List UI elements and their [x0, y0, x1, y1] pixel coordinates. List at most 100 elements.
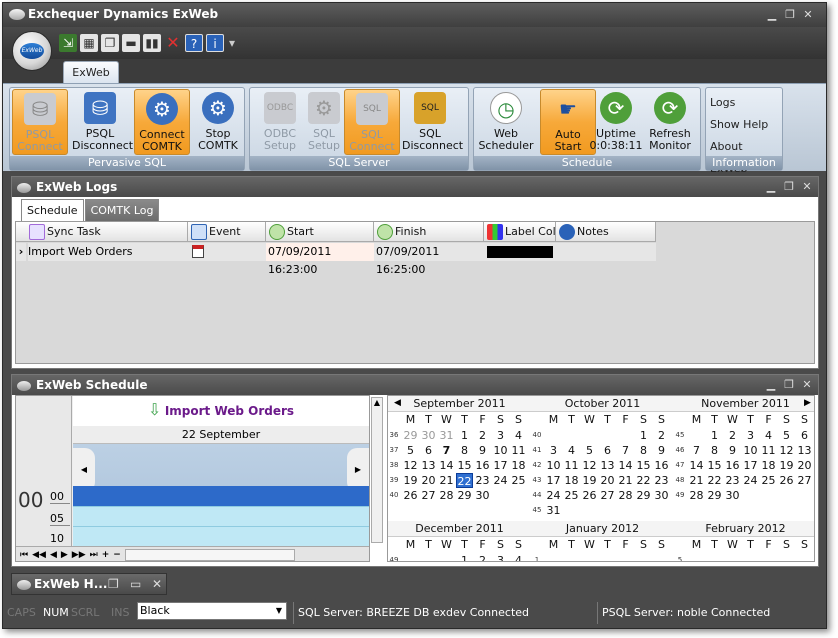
pane-maximize-button[interactable]: ▭: [130, 574, 141, 594]
calendar-day[interactable]: 1: [635, 428, 652, 443]
app-menu-button[interactable]: ExWeb: [12, 31, 52, 71]
cell-label-color[interactable]: [484, 243, 556, 261]
calendar-day[interactable]: 10: [545, 458, 562, 473]
time-slot[interactable]: [73, 506, 369, 526]
calendar-day[interactable]: 21: [688, 473, 705, 488]
calendar-day[interactable]: 15: [456, 458, 473, 473]
calendar-day[interactable]: 17: [545, 473, 562, 488]
calendar-day[interactable]: 19: [778, 458, 795, 473]
calendar-day[interactable]: 13: [420, 458, 437, 473]
calendar-prev-button[interactable]: ◀: [394, 398, 401, 408]
window-icon[interactable]: ❐: [101, 34, 119, 52]
calendar-day[interactable]: 25: [510, 473, 527, 488]
calendar-day[interactable]: 4: [510, 553, 527, 561]
calendar-day[interactable]: 12: [778, 443, 795, 458]
calendar-day[interactable]: 21: [617, 473, 634, 488]
calendar-day[interactable]: 20: [599, 473, 616, 488]
calendar-day[interactable]: 10: [492, 443, 509, 458]
calendar-day[interactable]: 14: [688, 458, 705, 473]
calendar-day[interactable]: 29: [456, 488, 473, 503]
calendar-day[interactable]: 30: [420, 428, 437, 443]
remove-button[interactable]: −: [113, 547, 121, 561]
calendar-day[interactable]: 17: [742, 458, 759, 473]
calendar-day[interactable]: 4: [510, 428, 527, 443]
restore-button[interactable]: ❐: [781, 6, 799, 24]
calendar-day[interactable]: 1: [456, 428, 473, 443]
pane-restore-button[interactable]: ❐: [780, 178, 798, 196]
calendar-day[interactable]: 25: [760, 473, 777, 488]
calendar-day[interactable]: 5: [581, 443, 598, 458]
grid-icon[interactable]: ▦: [80, 34, 98, 52]
pane-restore-button[interactable]: ❐: [780, 376, 798, 394]
pane-close-button[interactable]: ✕: [798, 178, 816, 196]
horizontal-scrollbar[interactable]: [124, 549, 295, 561]
calendar-day[interactable]: 15: [635, 458, 652, 473]
tab-comtk-log[interactable]: COMTK Log: [84, 199, 160, 221]
cell-notes[interactable]: [556, 243, 656, 261]
calendar-day[interactable]: 5: [402, 443, 419, 458]
calendar-day[interactable]: 24: [545, 488, 562, 503]
calendar-day[interactable]: 7: [617, 443, 634, 458]
calendar-day[interactable]: 20: [796, 458, 813, 473]
calendar-day[interactable]: 3: [492, 428, 509, 443]
calendar-day[interactable]: 3: [742, 428, 759, 443]
pane-minimize-button[interactable]: ▁: [762, 376, 780, 394]
calendar-day[interactable]: 8: [706, 443, 723, 458]
add-button[interactable]: +: [102, 547, 110, 561]
calendar-day[interactable]: 4: [760, 428, 777, 443]
calendar-day[interactable]: 23: [653, 473, 670, 488]
calendar-day[interactable]: 15: [706, 458, 723, 473]
calendar-day[interactable]: 12: [581, 458, 598, 473]
calendar-day[interactable]: 18: [510, 458, 527, 473]
prev-record-button[interactable]: ◀: [50, 547, 57, 561]
calendar-day[interactable]: 26: [402, 488, 419, 503]
calendar-day[interactable]: 30: [724, 488, 741, 503]
last-record-button[interactable]: ⏭: [90, 547, 98, 561]
calendar-day[interactable]: 28: [617, 488, 634, 503]
calendar-day[interactable]: 16: [653, 458, 670, 473]
calendar-day[interactable]: 28: [688, 488, 705, 503]
calendar-day[interactable]: 26: [581, 488, 598, 503]
calendar-day[interactable]: 25: [563, 488, 580, 503]
help-icon[interactable]: ?: [185, 34, 203, 52]
stop-comtk-button[interactable]: ⚙ Stop COMTK: [190, 89, 246, 155]
bar-icon[interactable]: ▬: [122, 34, 140, 52]
calendar-day[interactable]: 27: [796, 473, 813, 488]
calendar-day[interactable]: 1: [456, 553, 473, 561]
prev-page-button[interactable]: ◀◀: [32, 547, 46, 561]
logs-link[interactable]: Logs: [710, 92, 782, 114]
calendar-day[interactable]: 29: [706, 488, 723, 503]
calendar-day[interactable]: 22: [635, 473, 652, 488]
pane-close-button[interactable]: ✕: [798, 376, 816, 394]
refresh-monitor-button[interactable]: ⟳ Refresh Monitor: [642, 89, 698, 155]
calendar-day[interactable]: 22: [706, 473, 723, 488]
sql-connect-button[interactable]: SQL SQL Connect: [344, 89, 400, 155]
first-record-button[interactable]: ⏮: [20, 547, 28, 561]
next-page-button[interactable]: ▶▶: [72, 547, 86, 561]
calendar-day[interactable]: 1: [706, 428, 723, 443]
scroll-up-button[interactable]: ▲: [371, 397, 383, 543]
delete-icon[interactable]: ✕: [164, 34, 182, 52]
col-header-sync-task[interactable]: Sync Task: [16, 222, 188, 242]
color-dropdown[interactable]: Black ▼: [137, 602, 287, 620]
appointment-header[interactable]: ⇩ Import Web Orders: [73, 396, 369, 426]
calendar-day[interactable]: 24: [742, 473, 759, 488]
calendar-day[interactable]: 19: [402, 473, 419, 488]
col-header-event-type[interactable]: Event Type: [188, 222, 266, 257]
minimized-pane[interactable]: ExWeb H... ❐ ▭ ✕: [11, 573, 167, 595]
calendar-day[interactable]: 31: [438, 428, 455, 443]
calendar-day[interactable]: 10: [742, 443, 759, 458]
calendar-day[interactable]: 31: [545, 503, 562, 518]
pane-restore-button[interactable]: ❐: [108, 574, 119, 594]
col-header-finish[interactable]: Finish: [374, 222, 484, 242]
calendar-day[interactable]: 13: [796, 443, 813, 458]
col-header-notes[interactable]: Notes: [556, 222, 656, 242]
calendar-day[interactable]: 9: [653, 443, 670, 458]
columns-icon[interactable]: ▮▮: [143, 34, 161, 52]
minimize-button[interactable]: ▁: [763, 6, 781, 24]
connect-comtk-button[interactable]: ⚙ Connect COMTK: [134, 89, 190, 155]
calendar-day[interactable]: 27: [420, 488, 437, 503]
info-icon[interactable]: i: [206, 34, 224, 52]
close-button[interactable]: ✕: [799, 6, 817, 24]
calendar-day[interactable]: 20: [420, 473, 437, 488]
